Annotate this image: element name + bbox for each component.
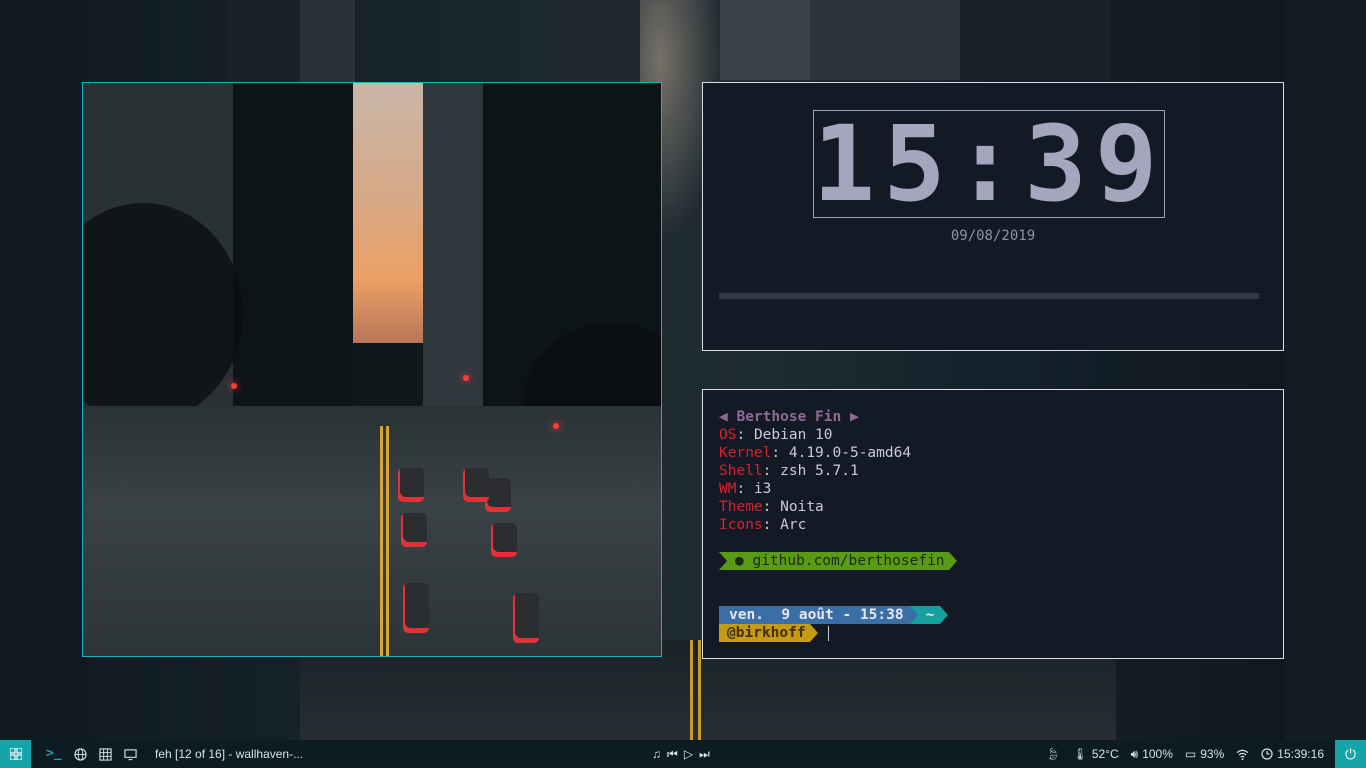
clock-indicator[interactable]: 15:39:16 xyxy=(1261,747,1324,761)
skip-forward-icon[interactable]: ⏭ xyxy=(699,747,710,762)
text-cursor xyxy=(827,625,829,641)
terminal-icon[interactable]: >_ xyxy=(46,740,62,768)
table-icon[interactable] xyxy=(99,747,112,761)
terminal-window[interactable]: ◀ Berthose Fin ▶ OS: Debian 10 Kernel: 4… xyxy=(702,389,1284,659)
prompt-user: @birkhoff xyxy=(719,624,810,642)
neofetch-row: WM: i3 xyxy=(719,481,772,497)
neofetch-row: Icons: Arc xyxy=(719,517,807,533)
skip-back-icon[interactable]: ⏮ xyxy=(667,747,678,762)
image-viewer-window[interactable] xyxy=(82,82,662,657)
clock-frame: 15:39 xyxy=(812,103,1166,225)
github-icon: ● xyxy=(735,553,744,569)
clock-date: 09/08/2019 xyxy=(950,228,1036,244)
play-icon[interactable]: ▷ xyxy=(684,747,693,761)
power-button[interactable]: ⏻ xyxy=(1335,740,1366,768)
neofetch-row: Kernel: 4.19.0-5-amd64 xyxy=(719,445,912,461)
leaf-icon[interactable]: 🍃︎ xyxy=(1045,747,1060,761)
neofetch-row: Theme: Noita xyxy=(719,499,824,515)
prompt-dir: ~ xyxy=(917,606,941,624)
volume-indicator[interactable]: 🔊︎ 100% xyxy=(1131,747,1173,762)
github-segment: ● github.com/berthosefin xyxy=(719,552,1267,570)
prompt-datetime: ven. 9 août - 15:38 xyxy=(719,606,910,624)
app-menu-button[interactable] xyxy=(0,740,31,768)
clock-progress-bar xyxy=(719,293,1259,299)
battery-icon: ▭ xyxy=(1184,747,1197,761)
neofetch-row: OS: Debian 10 xyxy=(719,427,833,443)
active-window-title[interactable]: feh [12 of 16] - wallhaven-... xyxy=(155,740,303,768)
prompt-line-2[interactable]: @birkhoff xyxy=(719,624,1267,642)
clock-widget: 15:39 09/08/2019 xyxy=(702,82,1284,351)
taskbar: >_ feh [12 of 16] - wallhaven-... ♫ ⏮ ▷ … xyxy=(0,740,1366,768)
neofetch-row: Shell: zsh 5.7.1 xyxy=(719,463,859,479)
clock-time: 15:39 xyxy=(812,103,1166,225)
media-controls: ♫ ⏮ ▷ ⏭ xyxy=(652,740,710,768)
triangle-right-icon: ▶ xyxy=(849,409,859,425)
neofetch-header: ◀ Berthose Fin ▶ xyxy=(719,409,859,425)
prompt-line-1: ven. 9 août - 15:38 ~ xyxy=(719,606,1267,624)
power-icon: ⏻ xyxy=(1344,745,1357,762)
battery-indicator[interactable]: ▭ 93% xyxy=(1185,747,1224,761)
monitor-icon[interactable] xyxy=(124,748,137,761)
triangle-left-icon: ◀ xyxy=(719,409,728,425)
launcher-bar: >_ xyxy=(46,740,137,768)
status-area: 🍃︎ 🌡︎ 52°C 🔊︎ 100% ▭ 93% 15:39:16 xyxy=(1045,740,1324,768)
globe-icon[interactable] xyxy=(74,747,87,761)
temperature-indicator[interactable]: 🌡︎ 52°C xyxy=(1073,747,1119,761)
volume-icon: 🔊︎ xyxy=(1130,746,1139,761)
thermometer-icon: 🌡︎ xyxy=(1072,747,1088,761)
grid-icon xyxy=(9,748,22,760)
wifi-icon[interactable] xyxy=(1236,749,1249,760)
music-note-icon: ♫ xyxy=(652,747,661,761)
clock-icon xyxy=(1261,748,1273,760)
terminal-output: ◀ Berthose Fin ▶ OS: Debian 10 Kernel: 4… xyxy=(719,408,1267,642)
